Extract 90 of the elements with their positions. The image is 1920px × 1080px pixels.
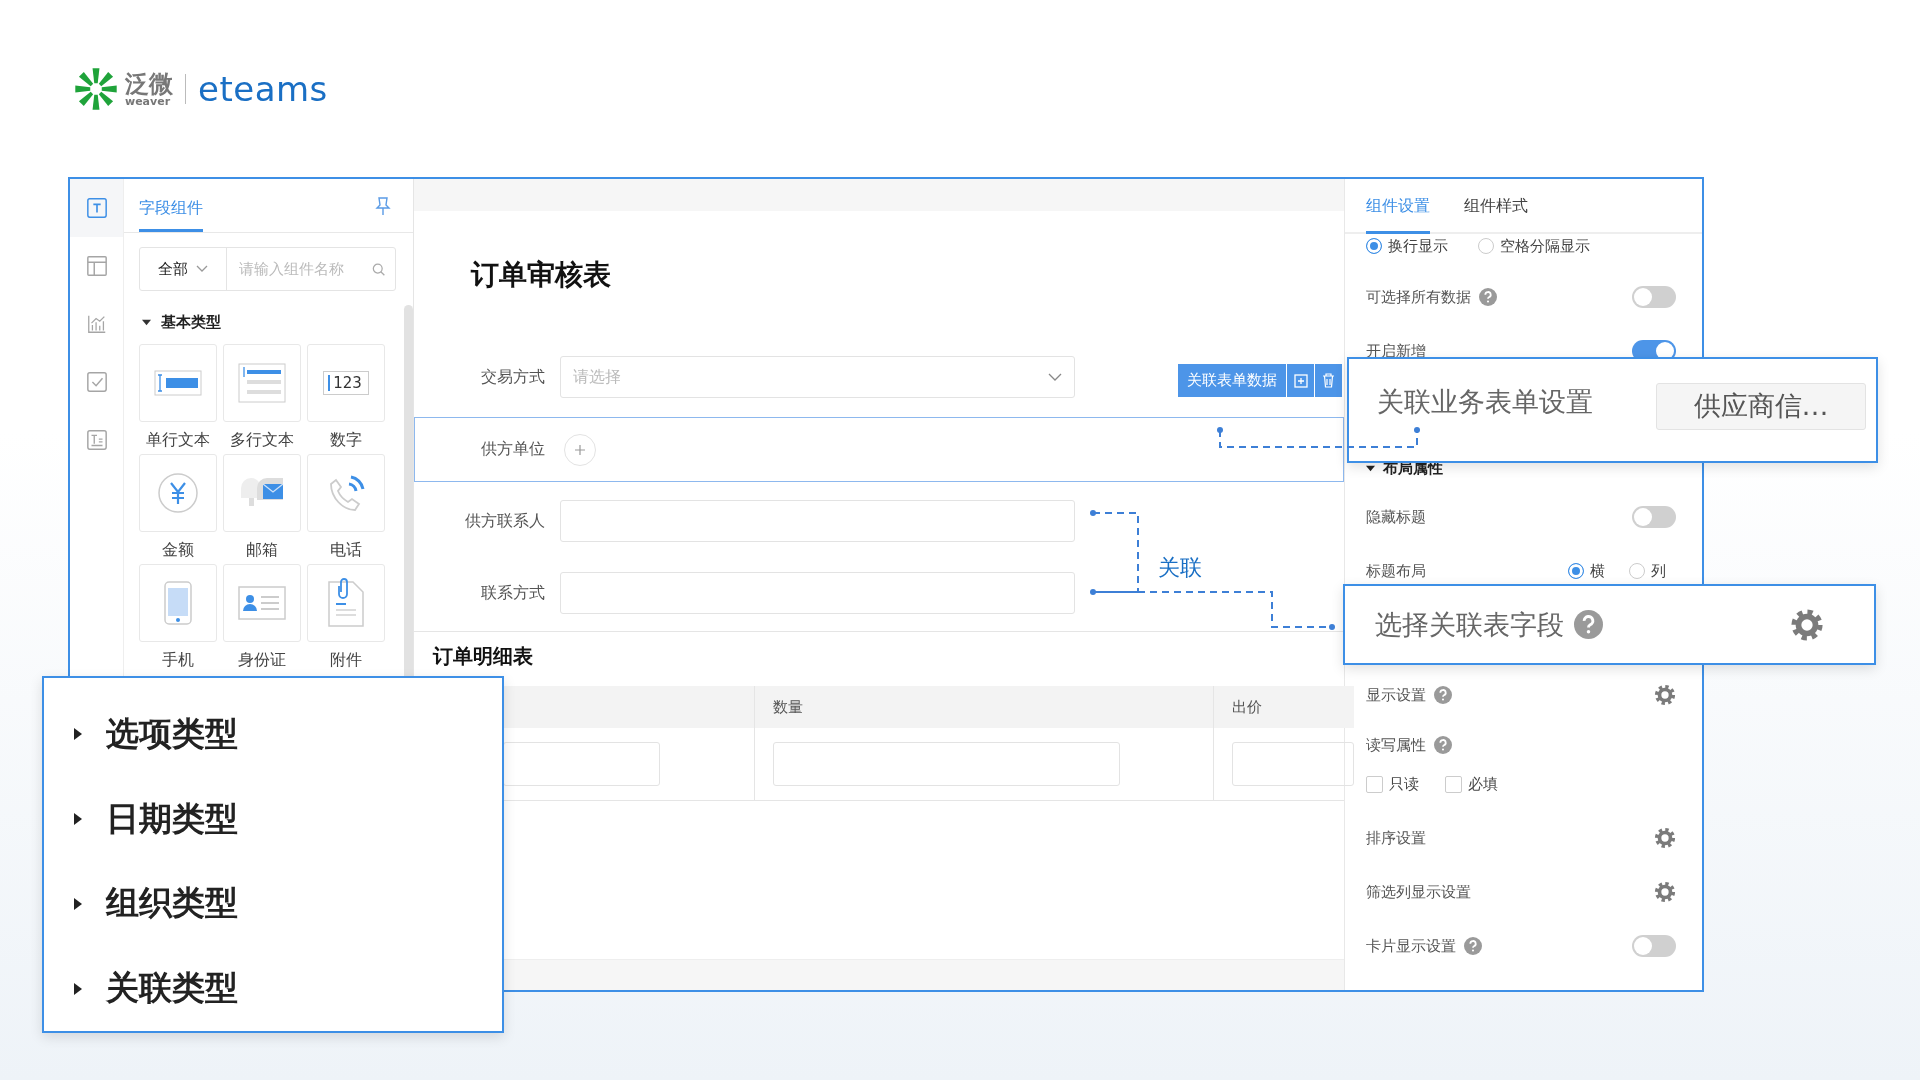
rail-tab[interactable]: [70, 179, 123, 237]
layout-icon: [85, 255, 108, 277]
checkbox-option[interactable]: 必填: [1445, 775, 1498, 794]
text-field-icon: [154, 370, 202, 396]
category-item[interactable]: 关联类型: [72, 946, 502, 1031]
text-area-icon: [238, 363, 286, 403]
caret-down-icon[interactable]: [142, 318, 151, 327]
caret-down-icon[interactable]: [1366, 463, 1375, 473]
settings-tab[interactable]: 组件样式: [1464, 196, 1528, 234]
field-row[interactable]: 交易方式 请选择: [414, 355, 1076, 399]
text-icon: [85, 197, 108, 219]
category-item[interactable]: 日期类型: [72, 776, 502, 862]
link-label: 关联: [1158, 554, 1202, 582]
chart-icon: [85, 313, 108, 335]
settings-tab[interactable]: 组件设置: [1366, 196, 1430, 234]
chevron-down-icon: [196, 265, 208, 273]
category-item[interactable]: 组织类型: [72, 861, 502, 947]
section-title: 基本类型: [161, 313, 221, 332]
toggle-switch[interactable]: [1632, 935, 1676, 957]
add-icon[interactable]: [1287, 364, 1314, 397]
category-dropdown[interactable]: 全部: [140, 248, 227, 290]
setting-label: 关联业务表单设置: [1377, 385, 1593, 419]
setting-label: 选择关联表字段: [1375, 607, 1564, 642]
brand-name: 泛微: [125, 71, 173, 96]
radio-button[interactable]: [1366, 238, 1382, 254]
radio-option[interactable]: 横: [1568, 561, 1605, 581]
chevron-down-icon: [1048, 373, 1062, 381]
search-field[interactable]: 请输入组件名称: [237, 259, 372, 279]
checkbox-option[interactable]: 只读: [1366, 775, 1419, 794]
field-row[interactable]: 联系方式: [414, 571, 1076, 615]
checkbox[interactable]: [1445, 776, 1462, 793]
setting-label: 筛选列显示设置: [1366, 882, 1471, 902]
setting-label: 标题布局: [1366, 561, 1426, 581]
toggle-switch[interactable]: [1632, 506, 1676, 528]
input-field[interactable]: [560, 500, 1075, 542]
brand-subtitle: weaver: [125, 95, 171, 107]
field-label: 联系方式: [480, 582, 545, 604]
product-name: eteams: [198, 69, 328, 109]
radio-option[interactable]: 空格分隔显示: [1478, 236, 1590, 256]
settings-icon[interactable]: [1790, 607, 1824, 642]
setting-label: 显示设置: [1366, 685, 1426, 705]
form-select-button[interactable]: 供应商信…: [1656, 382, 1866, 430]
help-icon[interactable]: [1479, 288, 1497, 306]
radio-option[interactable]: 列: [1629, 561, 1666, 581]
checkbox-icon: [85, 371, 108, 393]
number-field-icon: 123: [323, 371, 369, 395]
radio-button[interactable]: [1478, 238, 1494, 254]
field-label: 交易方式: [480, 366, 545, 388]
logo-icon: [73, 66, 119, 112]
setting-label: 读写属性: [1366, 735, 1426, 755]
pin-icon[interactable]: [375, 196, 391, 215]
scrollbar[interactable]: [404, 305, 413, 676]
help-icon[interactable]: [1434, 686, 1452, 704]
mobile-phone-icon: [163, 581, 193, 625]
panel-tab[interactable]: 字段组件: [139, 179, 203, 232]
help-icon[interactable]: [1464, 937, 1482, 955]
section-title: 订单明细表: [433, 644, 534, 668]
toggle-switch[interactable]: [1632, 286, 1676, 308]
field-label: 供方联系人: [464, 510, 545, 532]
radio-option[interactable]: 换行显示: [1366, 236, 1448, 256]
selected-field-row[interactable]: 供方单位: [414, 417, 1344, 482]
setting-label: 隐藏标题: [1366, 507, 1426, 527]
setting-label: 开启新增: [1366, 341, 1426, 361]
document-icon: [85, 429, 108, 451]
attachment-file-icon: [327, 578, 365, 628]
column-header: 数量: [755, 686, 1213, 728]
radio-button[interactable]: [1568, 563, 1584, 579]
field-label: 供方单位: [480, 439, 545, 460]
id-card-icon: [238, 586, 286, 620]
setting-label: 可选择所有数据: [1366, 287, 1471, 307]
checkbox[interactable]: [1366, 776, 1383, 793]
input-field[interactable]: [1232, 742, 1354, 786]
settings-icon[interactable]: [1654, 827, 1676, 849]
settings-icon[interactable]: [1654, 881, 1676, 903]
form-title: 订单审核表: [471, 257, 612, 293]
setting-label: 排序设置: [1366, 828, 1426, 848]
field-row[interactable]: 供方联系人: [414, 499, 1076, 543]
input-field[interactable]: [773, 742, 1120, 786]
currency-icon: [157, 472, 199, 514]
category-item[interactable]: 选项类型: [72, 692, 502, 777]
help-icon[interactable]: [1574, 610, 1603, 639]
input-field[interactable]: [560, 572, 1075, 614]
column-header: 出价: [1214, 686, 1354, 728]
delete-icon[interactable]: [1315, 364, 1342, 397]
setting-label: 卡片显示设置: [1366, 936, 1456, 956]
plus-icon: [574, 443, 586, 456]
settings-icon[interactable]: [1654, 684, 1676, 706]
help-icon[interactable]: [1434, 736, 1452, 754]
radio-button[interactable]: [1629, 563, 1645, 579]
search-icon: [371, 261, 385, 277]
